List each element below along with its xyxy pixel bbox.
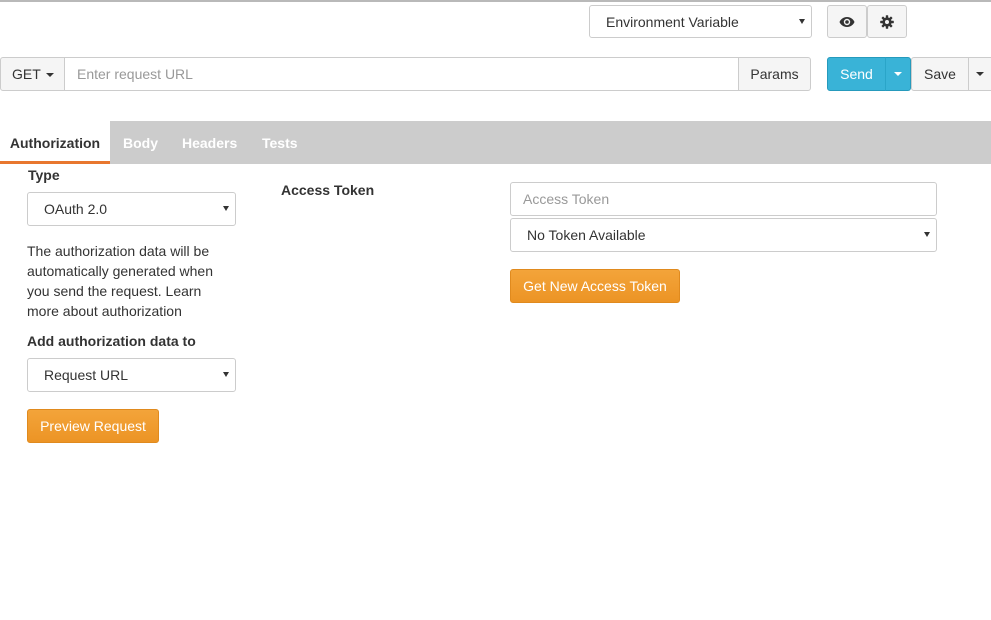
caret-down-icon — [45, 73, 54, 77]
auth-description: The authorization data will be automatic… — [27, 243, 214, 319]
add-auth-data-select[interactable]: Request URL — [27, 358, 236, 392]
token-select[interactable]: No Token Available — [510, 218, 937, 252]
send-options-button[interactable] — [885, 57, 911, 91]
params-button[interactable]: Params — [738, 57, 811, 91]
method-dropdown[interactable]: GET — [0, 57, 65, 91]
chevron-down-icon — [924, 232, 930, 237]
preview-request-button[interactable]: Preview Request — [27, 409, 159, 443]
tab-tests[interactable]: Tests — [262, 121, 298, 164]
token-select-value: No Token Available — [527, 227, 646, 243]
gear-icon — [880, 14, 894, 29]
chevron-down-icon — [223, 206, 229, 211]
caret-down-icon — [894, 72, 902, 76]
save-label: Save — [924, 66, 956, 82]
tab-authorization[interactable]: Authorization — [0, 121, 110, 164]
eye-icon — [839, 16, 855, 27]
tab-label: Headers — [182, 134, 238, 151]
add-auth-data-value: Request URL — [44, 367, 129, 383]
tab-label: Tests — [262, 134, 298, 151]
preview-request-label: Preview Request — [40, 418, 146, 434]
save-button[interactable]: Save — [911, 57, 969, 91]
tab-label: Body — [123, 134, 158, 151]
auth-type-value: OAuth 2.0 — [44, 201, 108, 217]
auth-type-label: Type — [28, 167, 60, 183]
auth-type-select[interactable]: OAuth 2.0 — [27, 192, 236, 226]
caret-down-icon — [976, 72, 984, 76]
request-tabs: Authorization Body Headers Tests — [0, 121, 991, 164]
add-auth-data-label: Add authorization data to — [27, 333, 196, 349]
environment-select[interactable]: Environment Variable — [589, 5, 812, 38]
tab-headers[interactable]: Headers — [182, 121, 237, 164]
send-button[interactable]: Send — [827, 57, 886, 91]
access-token-input[interactable] — [510, 182, 937, 216]
save-options-button[interactable] — [968, 57, 991, 91]
chevron-down-icon — [799, 19, 805, 24]
tab-body[interactable]: Body — [123, 121, 158, 164]
environment-quick-look-button[interactable] — [827, 5, 867, 38]
top-border — [0, 0, 991, 2]
environment-select-value: Environment Variable — [606, 13, 739, 30]
send-label: Send — [840, 66, 873, 82]
tab-label: Authorization — [9, 134, 101, 151]
access-token-label: Access Token — [281, 182, 375, 198]
method-label: GET — [12, 66, 41, 82]
environment-settings-button[interactable] — [867, 5, 907, 38]
get-new-access-token-label: Get New Access Token — [523, 278, 667, 294]
get-new-access-token-button[interactable]: Get New Access Token — [510, 269, 680, 303]
request-url-input[interactable] — [64, 57, 739, 91]
params-label: Params — [750, 66, 799, 82]
chevron-down-icon — [223, 372, 229, 377]
